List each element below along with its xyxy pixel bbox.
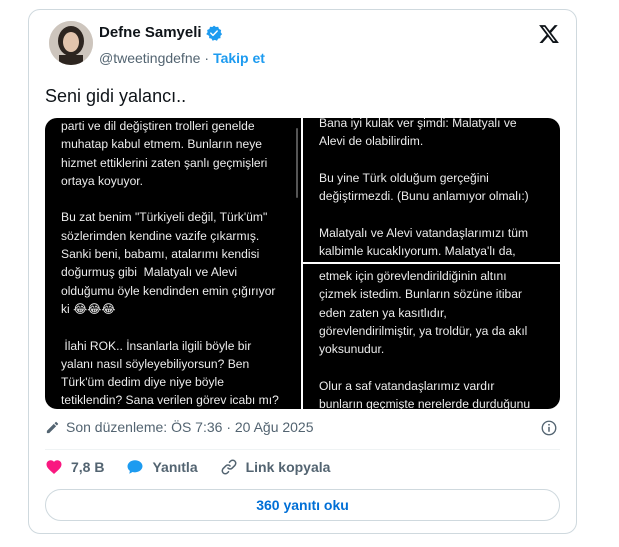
- heart-icon: [46, 460, 62, 474]
- action-bar: 7,8 B Yanıtla Link kopyala: [45, 458, 352, 476]
- like-button[interactable]: 7,8 B: [45, 458, 104, 476]
- tweet-text: Seni gidi yalancı..: [45, 86, 187, 106]
- media-text-line: Malatyalı ve Alevi vatandaşlarımızı tüm: [319, 225, 529, 240]
- media-image-top-right[interactable]: Bana iyi kulak ver şimdi: Malatyalı ve Al…: [303, 118, 560, 262]
- media-text-line: Alevi de olabilirdim.: [319, 134, 424, 149]
- media-text-line: Türk'üm dedim diye niye böyle: [61, 375, 224, 390]
- media-text-line: [61, 190, 293, 208]
- media-text-line: [319, 358, 552, 376]
- tweet-card: Defne Samyeli @tweetingdefne · Takip et Se…: [28, 9, 577, 534]
- edited-info[interactable]: Son düzenleme: ÖS 7:36 · 20 Ağu 2025: [45, 419, 314, 435]
- info-icon[interactable]: [540, 419, 558, 437]
- media-text-line: Bu yine Türk olduğum gerçeğini: [319, 170, 489, 185]
- link-icon: [221, 459, 237, 475]
- media-text-line: yoksunudur.: [319, 342, 385, 357]
- media-text-line: [319, 151, 552, 169]
- top-right-panel-text: Bana iyi kulak ver şimdi: Malatyalı ve Al…: [319, 118, 552, 260]
- author-handle[interactable]: @tweetingdefne: [99, 50, 200, 66]
- media-text-line: çizmek istedim. Bunların sözüne itibar: [319, 287, 522, 302]
- media-text-line: etmek için görevlendirildiğinin altını: [319, 269, 507, 283]
- follow-link[interactable]: Takip et: [213, 50, 265, 66]
- media-text-line: [319, 205, 552, 223]
- left-panel-text: parti ve dil değiştiren trolleri genelde…: [61, 118, 293, 409]
- media-text-line: Sanki beni, babamı, atalarımı kendisi: [61, 247, 260, 262]
- media-text-line: Bu zat benim "Türkiyeli değil, Türk'üm": [61, 210, 268, 225]
- media-text-line: tetiklendin? Sana verilen görev icabı mı…: [61, 393, 279, 408]
- media-text-line: olduğumu öyle kendinden emin çığırıyor: [61, 283, 276, 298]
- media-image-left[interactable]: parti ve dil değiştiren trolleri genelde…: [45, 118, 301, 409]
- media-text-line: ortaya koyuyor.: [61, 173, 144, 188]
- tweet-media[interactable]: parti ve dil değiştiren trolleri genelde…: [45, 118, 560, 409]
- media-text-line: doğurmuş gibi Malatyalı ve Alevi: [61, 265, 238, 280]
- avatar[interactable]: [49, 21, 93, 65]
- separator-dot: ·: [204, 50, 210, 66]
- media-text-line: sözlerimden kendine vazife çıkarmış.: [61, 228, 260, 243]
- media-text-line: Olur a saf vatandaşlarımız vardır: [319, 378, 495, 393]
- media-text-line: muhatap kabul etmem. Bunların neye: [61, 137, 263, 152]
- verified-badge-icon: [206, 25, 222, 41]
- bottom-right-panel-text: etmek için görevlendirildiğinin altını çi…: [319, 267, 552, 409]
- read-replies-button[interactable]: 360 yanıtı oku: [45, 489, 560, 521]
- author-name[interactable]: Defne Samyeli: [99, 24, 202, 42]
- media-text-line: kalbimle kucaklıyorum. Malatya'lı da,: [319, 244, 516, 259]
- reply-bubble-icon: [127, 460, 143, 474]
- read-replies-label: 360 yanıtı oku: [256, 497, 349, 513]
- media-text-line: bunların geçmişte nerelerde durduğunu: [319, 397, 531, 409]
- x-logo-icon[interactable]: [538, 23, 560, 45]
- media-text-line: ki 😂😂😂: [61, 301, 116, 316]
- reply-label: Yanıtla: [152, 459, 198, 475]
- media-text-line: İlahi ROK.. İnsanlarla ilgili böyle bir: [61, 338, 252, 353]
- media-text-line: hizmet ettiklerini zaten şanlı geçmişler…: [61, 155, 268, 170]
- media-text-line: eden zaten ya kasıtlıdır,: [319, 305, 447, 320]
- copy-link-label: Link kopyala: [245, 459, 331, 475]
- media-text-line: görevlendirilmiştir, ya troldür, ya da a…: [319, 323, 528, 338]
- media-text-line: parti ve dil değiştiren trolleri genelde: [61, 119, 255, 133]
- pencil-icon: [46, 421, 59, 433]
- reply-button[interactable]: Yanıtla: [126, 458, 198, 476]
- media-text-line: değiştirmezdi. (Bunu anlamıyor olmalı:): [319, 189, 529, 204]
- edited-label: Son düzenleme: ÖS 7:36 · 20 Ağu 2025: [66, 419, 314, 435]
- like-count: 7,8 B: [71, 459, 105, 475]
- media-text-line: [61, 318, 293, 336]
- scrollbar: [296, 128, 298, 198]
- divider: [45, 449, 560, 450]
- media-text-line: yalanı nasıl söyleyebiliyorsun? Ben: [61, 356, 250, 371]
- media-text-line: Bana iyi kulak ver şimdi: Malatyalı ve: [319, 118, 517, 130]
- handle-row: @tweetingdefne · Takip et: [99, 49, 265, 67]
- copy-link-button[interactable]: Link kopyala: [220, 458, 331, 476]
- media-image-bottom-right[interactable]: etmek için görevlendirildiğinin altını çi…: [303, 264, 560, 409]
